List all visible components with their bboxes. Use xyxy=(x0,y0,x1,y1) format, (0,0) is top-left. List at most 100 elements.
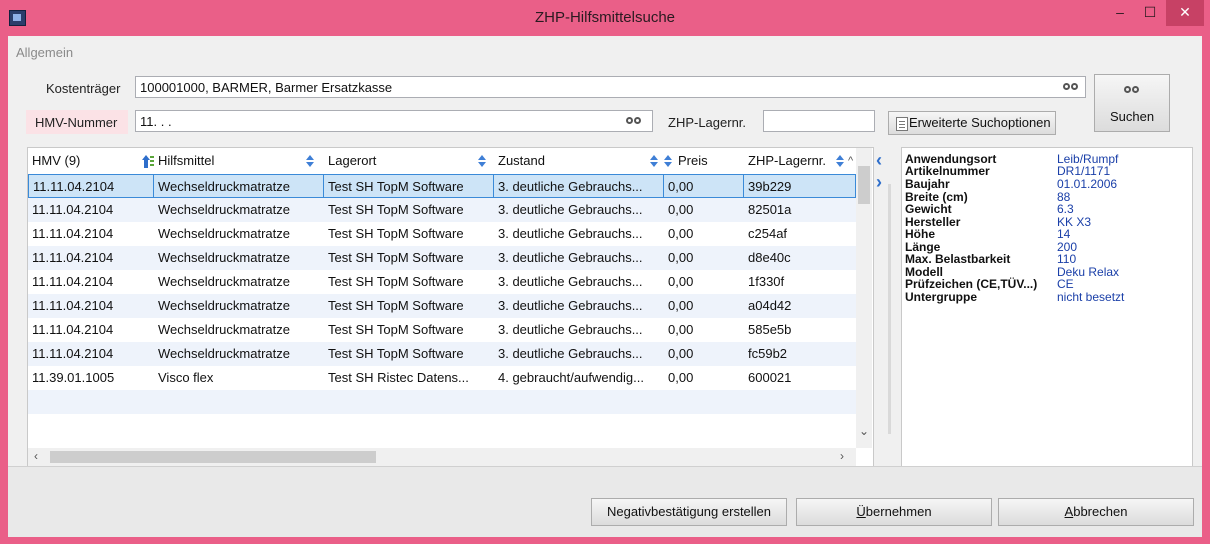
scroll-right-arrow-icon[interactable]: › xyxy=(840,449,844,463)
property-key: Höhe xyxy=(905,227,935,241)
cell-hmv: 11.11.04.2104 xyxy=(32,226,114,241)
cell-lagerort: Test SH TopM Software xyxy=(328,274,464,289)
cell-zhp-lagernr: d8e40c xyxy=(748,250,791,265)
column-header-zhp-lagernr[interactable]: ZHP-Lagernr. ^ xyxy=(744,148,856,174)
zhp-lagernr-label: ZHP-Lagernr. xyxy=(668,115,747,130)
table-row[interactable]: 11.11.04.2104 Wechseldruckmatratze Test SH… xyxy=(28,294,856,318)
horizontal-scrollbar[interactable]: ‹ › xyxy=(28,448,856,466)
cell-hilfsmittel: Wechseldruckmatratze xyxy=(158,346,290,361)
search-button-label: Suchen xyxy=(1109,109,1155,124)
hmv-number-value: 11. . . xyxy=(140,114,172,129)
results-grid[interactable]: HMV (9) Hilfsmittel Lagerort Zustand Pre… xyxy=(27,147,874,469)
property-row: Max. Belastbarkeit 110 xyxy=(905,253,1185,265)
search-button[interactable]: Suchen xyxy=(1094,74,1170,132)
cell-zhp-lagernr: c254af xyxy=(748,226,788,241)
column-header-zustand[interactable]: Zustand xyxy=(494,148,664,174)
cell-zhp-lagernr: 39b229 xyxy=(744,174,856,198)
column-header-zhp-lagernr-label: ZHP-Lagernr. xyxy=(748,153,827,168)
section-general-label: Allgemein xyxy=(16,45,74,60)
property-value: 14 xyxy=(1057,227,1071,241)
cell-zustand: 3. deutliche Gebrauchs... xyxy=(498,202,643,217)
cell-hmv: 11.11.04.2104 xyxy=(32,202,114,217)
dialog-window: ZHP-Hilfsmittelsuche – ☐ ✕ Allgemein Kos… xyxy=(0,0,1210,544)
property-key: Untergruppe xyxy=(905,290,977,304)
scroll-left-arrow-icon[interactable]: ‹ xyxy=(34,449,38,463)
table-row[interactable]: 11.11.04.2104 Wechseldruckmatratze Test SH… xyxy=(28,246,856,270)
vertical-scroll-thumb[interactable] xyxy=(858,166,870,204)
property-row: Hersteller KK X3 xyxy=(905,216,1185,228)
zhp-lagernr-field[interactable] xyxy=(763,110,875,132)
cell-hmv: 11.11.04.2104 xyxy=(32,346,114,361)
property-row: Artikelnummer DR1/1171 xyxy=(905,165,1185,177)
cell-zustand: 4. gebraucht/aufwendig... xyxy=(498,370,644,385)
hmv-lookup-icon[interactable] xyxy=(626,115,644,127)
cell-lagerort: Test SH TopM Software xyxy=(328,346,464,361)
collapse-left-icon[interactable]: ‹ xyxy=(876,150,882,171)
extended-search-button[interactable]: Erweiterte Suchoptionen xyxy=(888,111,1056,135)
maximize-button[interactable]: ☐ xyxy=(1136,0,1164,26)
cell-zustand: 3. deutliche Gebrauchs... xyxy=(498,298,643,313)
cell-hilfsmittel: Wechseldruckmatratze xyxy=(158,250,290,265)
property-key: Artikelnummer xyxy=(905,164,990,178)
close-button[interactable]: ✕ xyxy=(1166,0,1204,26)
column-header-hmv[interactable]: HMV (9) xyxy=(28,148,138,174)
negative-confirmation-button[interactable]: Negativbestätigung erstellen xyxy=(591,498,787,526)
cell-zhp-lagernr: fc59b2 xyxy=(748,346,788,361)
table-row[interactable]: 11.11.04.2104 Wechseldruckmatratze Test SH… xyxy=(28,222,856,246)
hmv-label: HMV-Nummer xyxy=(35,115,118,130)
cell-zustand: 3. deutliche Gebrauchs... xyxy=(498,274,643,289)
window-title: ZHP-Hilfsmittelsuche xyxy=(534,9,676,26)
cell-preis: 0,00 xyxy=(668,274,694,289)
table-row[interactable]: 11.11.04.2104 Wechseldruckmatratze Test SH… xyxy=(28,318,856,342)
table-row[interactable]: 11.11.04.2104 Wechseldruckmatratze Test SH… xyxy=(28,342,856,366)
table-row[interactable]: 11.11.04.2104 Wechseldruckmatratze Test SH… xyxy=(28,174,856,198)
sort-icon xyxy=(306,155,314,168)
column-header-preis[interactable]: Preis xyxy=(664,148,744,174)
binoculars-icon xyxy=(1124,84,1142,96)
table-row[interactable]: 11.39.01.1005 Visco flex Test SH Ristec Da… xyxy=(28,366,856,390)
cell-zustand: 3. deutliche Gebrauchs... xyxy=(498,250,643,265)
column-header-hilfsmittel[interactable]: Hilfsmittel xyxy=(138,148,328,174)
panel-splitter[interactable] xyxy=(888,184,891,434)
scroll-down-arrow-icon[interactable]: ⌄ xyxy=(859,424,869,438)
dialog-client: Allgemein Kostenträger 100001000, BARMER… xyxy=(8,36,1202,537)
properties-panel: Anwendungsort Leib/Rumpf Artikelnummer DR1/… xyxy=(901,147,1193,469)
apply-button[interactable]: Übernehmen xyxy=(796,498,992,526)
cell-preis: 0,00 xyxy=(668,322,694,337)
property-row: Höhe 14 xyxy=(905,228,1185,240)
cell-zhp-lagernr: 600021 xyxy=(748,370,792,385)
cell-zhp-lagernr: 82501a xyxy=(748,202,792,217)
cell-hilfsmittel: Visco flex xyxy=(158,370,214,385)
horizontal-scroll-thumb[interactable] xyxy=(50,451,376,463)
cell-zhp-lagernr: a04d42 xyxy=(748,298,792,313)
table-row[interactable]: 11.11.04.2104 Wechseldruckmatratze Test SH… xyxy=(28,198,856,222)
property-value: 110 xyxy=(1057,252,1077,266)
column-header-zustand-label: Zustand xyxy=(498,153,545,168)
title-bar: ZHP-Hilfsmittelsuche – ☐ ✕ xyxy=(0,0,1210,36)
kostentraeger-label: Kostenträger xyxy=(46,81,121,96)
hmv-number-field[interactable]: 11. . . xyxy=(135,110,653,132)
cell-zustand: 3. deutliche Gebrauchs... xyxy=(498,226,643,241)
kostentraeger-lookup-icon[interactable] xyxy=(1063,81,1081,93)
kostentraeger-field[interactable]: 100001000, BARMER, Barmer Ersatzkasse xyxy=(135,76,1086,98)
cell-preis: 0,00 xyxy=(668,202,694,217)
cancel-button[interactable]: Abbrechen xyxy=(998,498,1194,526)
property-value: 01.01.2006 xyxy=(1057,177,1118,191)
cell-lagerort: Test SH TopM Software xyxy=(324,174,494,198)
table-row[interactable]: 11.11.04.2104 Wechseldruckmatratze Test SH… xyxy=(28,270,856,294)
minimize-button[interactable]: – xyxy=(1106,0,1134,26)
cell-lagerort: Test SH TopM Software xyxy=(328,250,464,265)
cell-zhp-lagernr: 585e5b xyxy=(748,322,792,337)
cell-hmv: 11.11.04.2104 xyxy=(28,174,154,198)
options-list-icon xyxy=(896,117,908,131)
cell-zustand: 3. deutliche Gebrauchs... xyxy=(494,174,664,198)
cell-hmv: 11.11.04.2104 xyxy=(32,250,114,265)
cell-preis: 0,00 xyxy=(668,298,694,313)
vertical-scrollbar[interactable]: ⌄ xyxy=(856,148,872,448)
expand-right-icon[interactable]: › xyxy=(876,172,882,193)
column-header-lagerort[interactable]: Lagerort xyxy=(324,148,494,174)
cancel-button-label: bbrechen xyxy=(1073,504,1128,519)
sort-icon xyxy=(650,155,658,168)
property-key: Prüfzeichen (CE,TÜV...) xyxy=(905,277,1038,291)
cell-zustand: 3. deutliche Gebrauchs... xyxy=(498,322,643,337)
